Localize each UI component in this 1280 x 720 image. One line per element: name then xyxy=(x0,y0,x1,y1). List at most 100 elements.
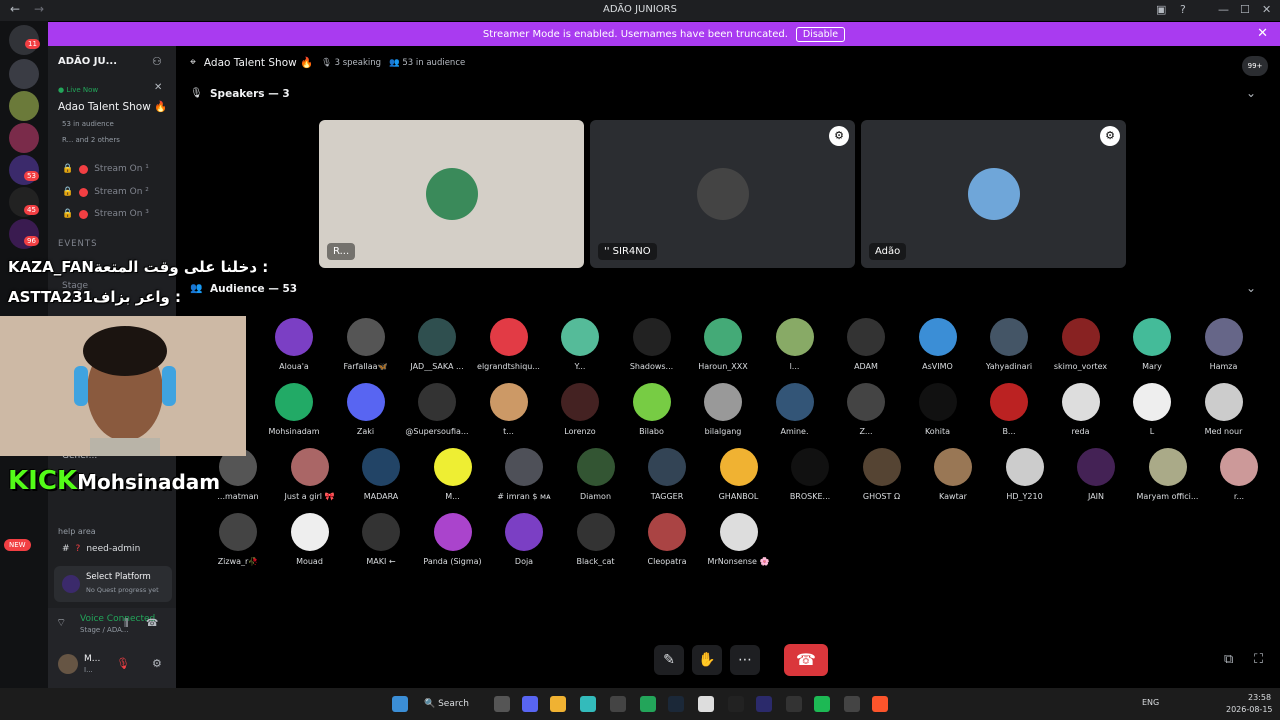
add-member-icon[interactable]: ⚇ xyxy=(152,55,162,68)
audience-member[interactable]: Aloua'a xyxy=(258,318,330,371)
audience-member[interactable]: Zaki xyxy=(330,383,402,436)
help-category[interactable]: help area xyxy=(58,527,96,536)
disconnect-icon[interactable]: ☎ xyxy=(146,618,158,629)
audience-member[interactable]: BROSKE... xyxy=(774,448,846,501)
audience-member[interactable]: B... xyxy=(973,383,1045,436)
app-icon[interactable] xyxy=(698,696,714,712)
audience-member[interactable]: Bilabo xyxy=(616,383,688,436)
edge-icon[interactable] xyxy=(580,696,596,712)
guild-name[interactable]: ADÃO JU... xyxy=(58,56,117,67)
audience-member[interactable]: Mary xyxy=(1116,318,1188,371)
audience-member[interactable]: Farfallaa🦋 xyxy=(330,318,402,371)
soundboard-icon[interactable]: ⫼ xyxy=(124,618,129,629)
audience-member[interactable]: MADARA xyxy=(345,448,417,501)
raise-hand-button[interactable]: ✋ xyxy=(692,645,722,675)
chevron-down-icon[interactable]: ⌄ xyxy=(1246,86,1256,100)
audience-member[interactable]: JAIN xyxy=(1060,448,1132,501)
inbox-badge[interactable]: 99+ xyxy=(1242,56,1268,76)
audience-member[interactable]: Med nour xyxy=(1188,383,1260,436)
clock-time[interactable]: 23:58 xyxy=(1248,693,1271,702)
server-icon[interactable] xyxy=(9,91,39,121)
language-indicator[interactable]: ENG xyxy=(1142,698,1159,707)
minimize-icon[interactable]: — xyxy=(1218,3,1229,16)
audience-member[interactable]: Y... xyxy=(544,318,616,371)
audience-member[interactable]: Cleopatra xyxy=(631,513,703,566)
clock-date[interactable]: 2026-08-15 xyxy=(1226,705,1273,714)
popout-icon[interactable]: ⧉ xyxy=(1224,652,1233,667)
avatar[interactable] xyxy=(58,654,78,674)
audience-member[interactable]: # imran $ ᴍᴀ xyxy=(488,448,560,501)
audience-member[interactable]: Kohita xyxy=(902,383,974,436)
audience-member[interactable]: Diamon xyxy=(560,448,632,501)
audience-member[interactable]: Doja xyxy=(488,513,560,566)
spotify-icon[interactable] xyxy=(814,696,830,712)
audience-member[interactable]: Just a girl 🎀 xyxy=(274,448,346,501)
server-icon[interactable] xyxy=(9,59,39,89)
audience-member[interactable]: Lorenzo xyxy=(544,383,616,436)
file-explorer-icon[interactable] xyxy=(550,696,566,712)
audience-member[interactable]: Panda (Sigma) xyxy=(417,513,489,566)
help-icon[interactable]: ? xyxy=(1180,3,1186,16)
audience-member[interactable]: GHOST Ω xyxy=(846,448,918,501)
audience-member[interactable]: t... xyxy=(473,383,545,436)
audience-member[interactable]: skimo_vortex xyxy=(1045,318,1117,371)
speaker-tile[interactable]: Adão ⚙ xyxy=(861,120,1126,268)
audience-member[interactable]: r... xyxy=(1203,448,1275,501)
gear-icon[interactable]: ⚙ xyxy=(152,657,162,670)
channel-stream-3[interactable]: 🔒 Stream On ³ xyxy=(62,209,149,219)
disconnect-button[interactable]: ☎ xyxy=(784,644,828,676)
audience-member[interactable]: Mouad xyxy=(274,513,346,566)
audience-member[interactable]: Maryam offici... xyxy=(1132,448,1204,501)
close-window-icon[interactable]: ✕ xyxy=(1262,3,1271,16)
taskbar-search[interactable]: 🔍 Search xyxy=(424,696,484,712)
audience-member[interactable]: Amine. xyxy=(759,383,831,436)
audience-member[interactable]: HD_Y210 xyxy=(989,448,1061,501)
task-view-icon[interactable] xyxy=(494,696,510,712)
premiere-icon[interactable] xyxy=(756,696,772,712)
audience-member[interactable]: reda xyxy=(1045,383,1117,436)
discord-app-icon[interactable] xyxy=(522,696,538,712)
audience-member[interactable]: GHANBOL xyxy=(703,448,775,501)
audience-member[interactable]: Z... xyxy=(830,383,902,436)
audience-member[interactable]: L xyxy=(1116,383,1188,436)
start-icon[interactable] xyxy=(392,696,408,712)
audience-member[interactable]: MAKI ← xyxy=(345,513,417,566)
close-icon[interactable]: ✕ xyxy=(1257,26,1268,41)
quest-card[interactable]: Select Platform No Quest progress yet xyxy=(54,566,172,602)
audience-member[interactable]: bilalgang xyxy=(687,383,759,436)
audience-member[interactable]: l... xyxy=(759,318,831,371)
obs-icon[interactable] xyxy=(610,696,626,712)
audience-member[interactable]: Zizwa_r🥀 xyxy=(202,513,274,566)
audience-member[interactable]: Hamza xyxy=(1188,318,1260,371)
audience-member[interactable]: @Supersoufia... xyxy=(401,383,473,436)
audience-member[interactable]: Mohsinadam xyxy=(258,383,330,436)
inbox-icon[interactable]: ▣ xyxy=(1156,3,1166,16)
audience-member[interactable]: ADAM xyxy=(830,318,902,371)
live-stage-title[interactable]: Adao Talent Show 🔥 xyxy=(58,100,167,113)
audience-member[interactable]: TAGGER xyxy=(631,448,703,501)
app-icon[interactable] xyxy=(844,696,860,712)
speaker-tile[interactable]: R... xyxy=(319,120,584,268)
steam-icon[interactable] xyxy=(668,696,684,712)
whatsapp-icon[interactable] xyxy=(640,696,656,712)
mute-mic-icon[interactable]: 🎙 xyxy=(116,657,130,670)
channel-stream-1[interactable]: 🔒 Stream On ¹ xyxy=(62,164,149,174)
more-options-icon[interactable]: ⋯ xyxy=(730,645,760,675)
audience-member[interactable]: AsVIMO xyxy=(902,318,974,371)
voice-location[interactable]: Stage / ADA... xyxy=(80,626,128,634)
audience-member[interactable]: Haroun_XXX xyxy=(687,318,759,371)
channel-stream-2[interactable]: 🔒 Stream On ² xyxy=(62,187,149,197)
audience-member[interactable]: JAD__SAKA ... xyxy=(401,318,473,371)
audience-member[interactable]: Kawtar xyxy=(917,448,989,501)
fullscreen-icon[interactable]: ⛶ xyxy=(1254,652,1263,667)
audience-member[interactable]: elgrandtshiqu... xyxy=(473,318,545,371)
brave-icon[interactable] xyxy=(872,696,888,712)
chevron-down-icon[interactable]: ⌄ xyxy=(1246,281,1256,295)
close-icon[interactable]: ✕ xyxy=(154,82,162,93)
app-icon[interactable] xyxy=(786,696,802,712)
events-category[interactable]: EVENTS xyxy=(58,239,98,249)
leave-quietly-icon[interactable]: ✎ xyxy=(654,645,684,675)
audience-member[interactable]: MrNonsense 🌸 xyxy=(703,513,775,566)
channel-need-admin[interactable]: # ? need-admin xyxy=(62,544,140,554)
audience-member[interactable]: Shadows... xyxy=(616,318,688,371)
